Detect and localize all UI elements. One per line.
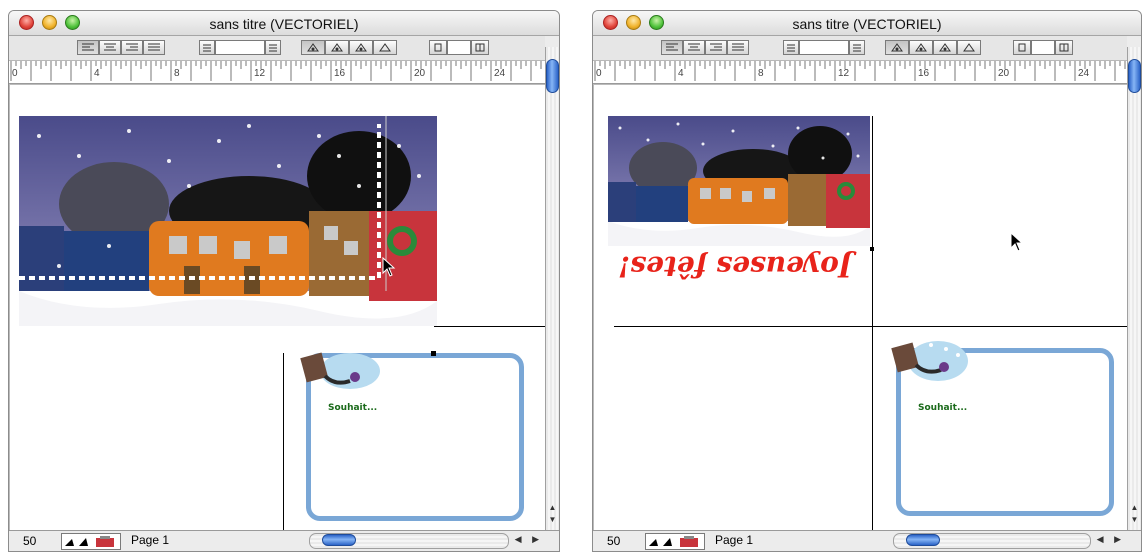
winter-village-image[interactable] [19, 116, 437, 326]
scroll-down-icon[interactable]: ▼ [1129, 515, 1140, 525]
align-center-icon[interactable] [683, 40, 705, 55]
fill-tool-icon [663, 538, 672, 546]
ruler-mark: 12 [254, 68, 266, 79]
justify-icon[interactable] [727, 40, 749, 55]
card-caption: Souhait... [328, 403, 378, 413]
vertical-scrollbar[interactable]: ▲ ▼ [1127, 47, 1141, 533]
line-tool-icon [65, 539, 74, 546]
text-size-input[interactable] [799, 40, 849, 55]
document-window-right: sans titre (VECTORIEL) 0 4 8 12 16 20 24… [592, 10, 1142, 552]
ruler-mark: 0 [12, 68, 18, 79]
window-title: sans titre (VECTORIEL) [209, 16, 359, 32]
view-icon[interactable] [1055, 40, 1073, 55]
title-bar[interactable]: sans titre (VECTORIEL) [9, 11, 559, 36]
layer-icon[interactable] [325, 40, 349, 55]
ruler-mark: 20 [414, 68, 426, 79]
ruler-mark: 8 [174, 68, 180, 79]
view-icon[interactable] [429, 40, 447, 55]
card-caption: Souhait... [918, 403, 968, 413]
selection-handle[interactable] [431, 351, 436, 356]
line-tool-icon [649, 539, 658, 546]
window-title: sans titre (VECTORIEL) [792, 16, 942, 32]
view-field[interactable] [1031, 40, 1055, 55]
zoom-level[interactable]: 50 [23, 534, 57, 548]
page-divider [434, 326, 545, 327]
layer-icon[interactable] [349, 40, 373, 55]
align-right-icon[interactable] [121, 40, 143, 55]
page-divider [283, 353, 284, 533]
align-left-icon[interactable] [661, 40, 683, 55]
layer-icon[interactable] [933, 40, 957, 55]
vertical-scrollbar[interactable]: ▲ ▼ [545, 47, 559, 533]
sleigh-illustration[interactable] [886, 337, 971, 387]
layer-icon[interactable] [373, 40, 397, 55]
horizontal-scrollbar[interactable] [309, 533, 509, 549]
ruler-mark: 20 [998, 68, 1010, 79]
layer-icon[interactable] [301, 40, 325, 55]
scroll-arrows-icon[interactable]: ◀ ▶ [1097, 534, 1125, 545]
ruler-mark: 8 [758, 68, 764, 79]
ruler-mark: 4 [678, 68, 684, 79]
ruler-mark: 12 [838, 68, 850, 79]
text-field-icon[interactable] [783, 40, 799, 55]
zoom-level[interactable]: 50 [607, 534, 641, 548]
scroll-down-icon[interactable]: ▼ [547, 515, 558, 525]
page-divider [872, 116, 873, 533]
page-indicator[interactable]: Page 1 [715, 533, 753, 547]
horizontal-scroll-thumb[interactable] [322, 534, 356, 546]
ruler-mark: 16 [334, 68, 346, 79]
arrow-cursor-icon [382, 256, 396, 282]
vertical-scroll-thumb[interactable] [546, 59, 559, 93]
text-field-icon[interactable] [265, 40, 281, 55]
justify-icon[interactable] [143, 40, 165, 55]
toolbox-icon [96, 538, 114, 547]
page-indicator[interactable]: Page 1 [131, 533, 169, 547]
tool-mode-icons[interactable] [61, 533, 121, 550]
align-left-icon[interactable] [77, 40, 99, 55]
toolbox-icon [680, 538, 698, 547]
title-bar[interactable]: sans titre (VECTORIEL) [593, 11, 1141, 36]
greeting-banner[interactable]: Joyeuses fêtes! [618, 250, 852, 283]
horizontal-ruler[interactable]: 0 4 8 12 16 20 24 [593, 61, 1131, 84]
document-canvas[interactable]: Joyeuses fêtes! Souhait... [593, 84, 1127, 533]
ruler-mark: 4 [94, 68, 100, 79]
page-divider [614, 326, 1127, 327]
ruler-mark: 16 [918, 68, 930, 79]
document-canvas[interactable]: Souhait... [9, 84, 545, 533]
view-field[interactable] [447, 40, 471, 55]
align-right-icon[interactable] [705, 40, 727, 55]
format-toolbar [593, 36, 1127, 61]
arrow-cursor-icon [1010, 231, 1024, 257]
sleigh-illustration[interactable] [295, 351, 380, 396]
scroll-arrows-icon[interactable]: ◀ ▶ [515, 534, 543, 545]
align-center-icon[interactable] [99, 40, 121, 55]
status-bar: 50 Page 1 ◀ ▶ [9, 530, 559, 551]
status-bar: 50 Page 1 ◀ ▶ [593, 530, 1141, 551]
vertical-scroll-thumb[interactable] [1128, 59, 1141, 93]
ruler-mark: 24 [1078, 68, 1090, 79]
text-field-icon[interactable] [849, 40, 865, 55]
layer-icon[interactable] [957, 40, 981, 55]
ruler-mark: 24 [494, 68, 506, 79]
horizontal-scroll-thumb[interactable] [906, 534, 940, 546]
layer-icon[interactable] [909, 40, 933, 55]
text-field-icon[interactable] [199, 40, 215, 55]
text-size-input[interactable] [215, 40, 265, 55]
scroll-up-icon[interactable]: ▲ [1129, 503, 1140, 513]
format-toolbar [9, 36, 545, 61]
scroll-up-icon[interactable]: ▲ [547, 503, 558, 513]
horizontal-ruler[interactable]: 0 4 8 12 16 20 24 [9, 61, 547, 84]
selection-handle[interactable] [870, 247, 874, 251]
view-icon[interactable] [1013, 40, 1031, 55]
document-window-left: sans titre (VECTORIEL) 0 4 8 12 16 20 24… [8, 10, 560, 552]
tool-mode-icons[interactable] [645, 533, 705, 550]
winter-village-image[interactable] [608, 116, 870, 246]
horizontal-scrollbar[interactable] [893, 533, 1091, 549]
view-icon[interactable] [471, 40, 489, 55]
ruler-mark: 0 [596, 68, 602, 79]
fill-tool-icon [79, 538, 88, 546]
layer-icon[interactable] [885, 40, 909, 55]
